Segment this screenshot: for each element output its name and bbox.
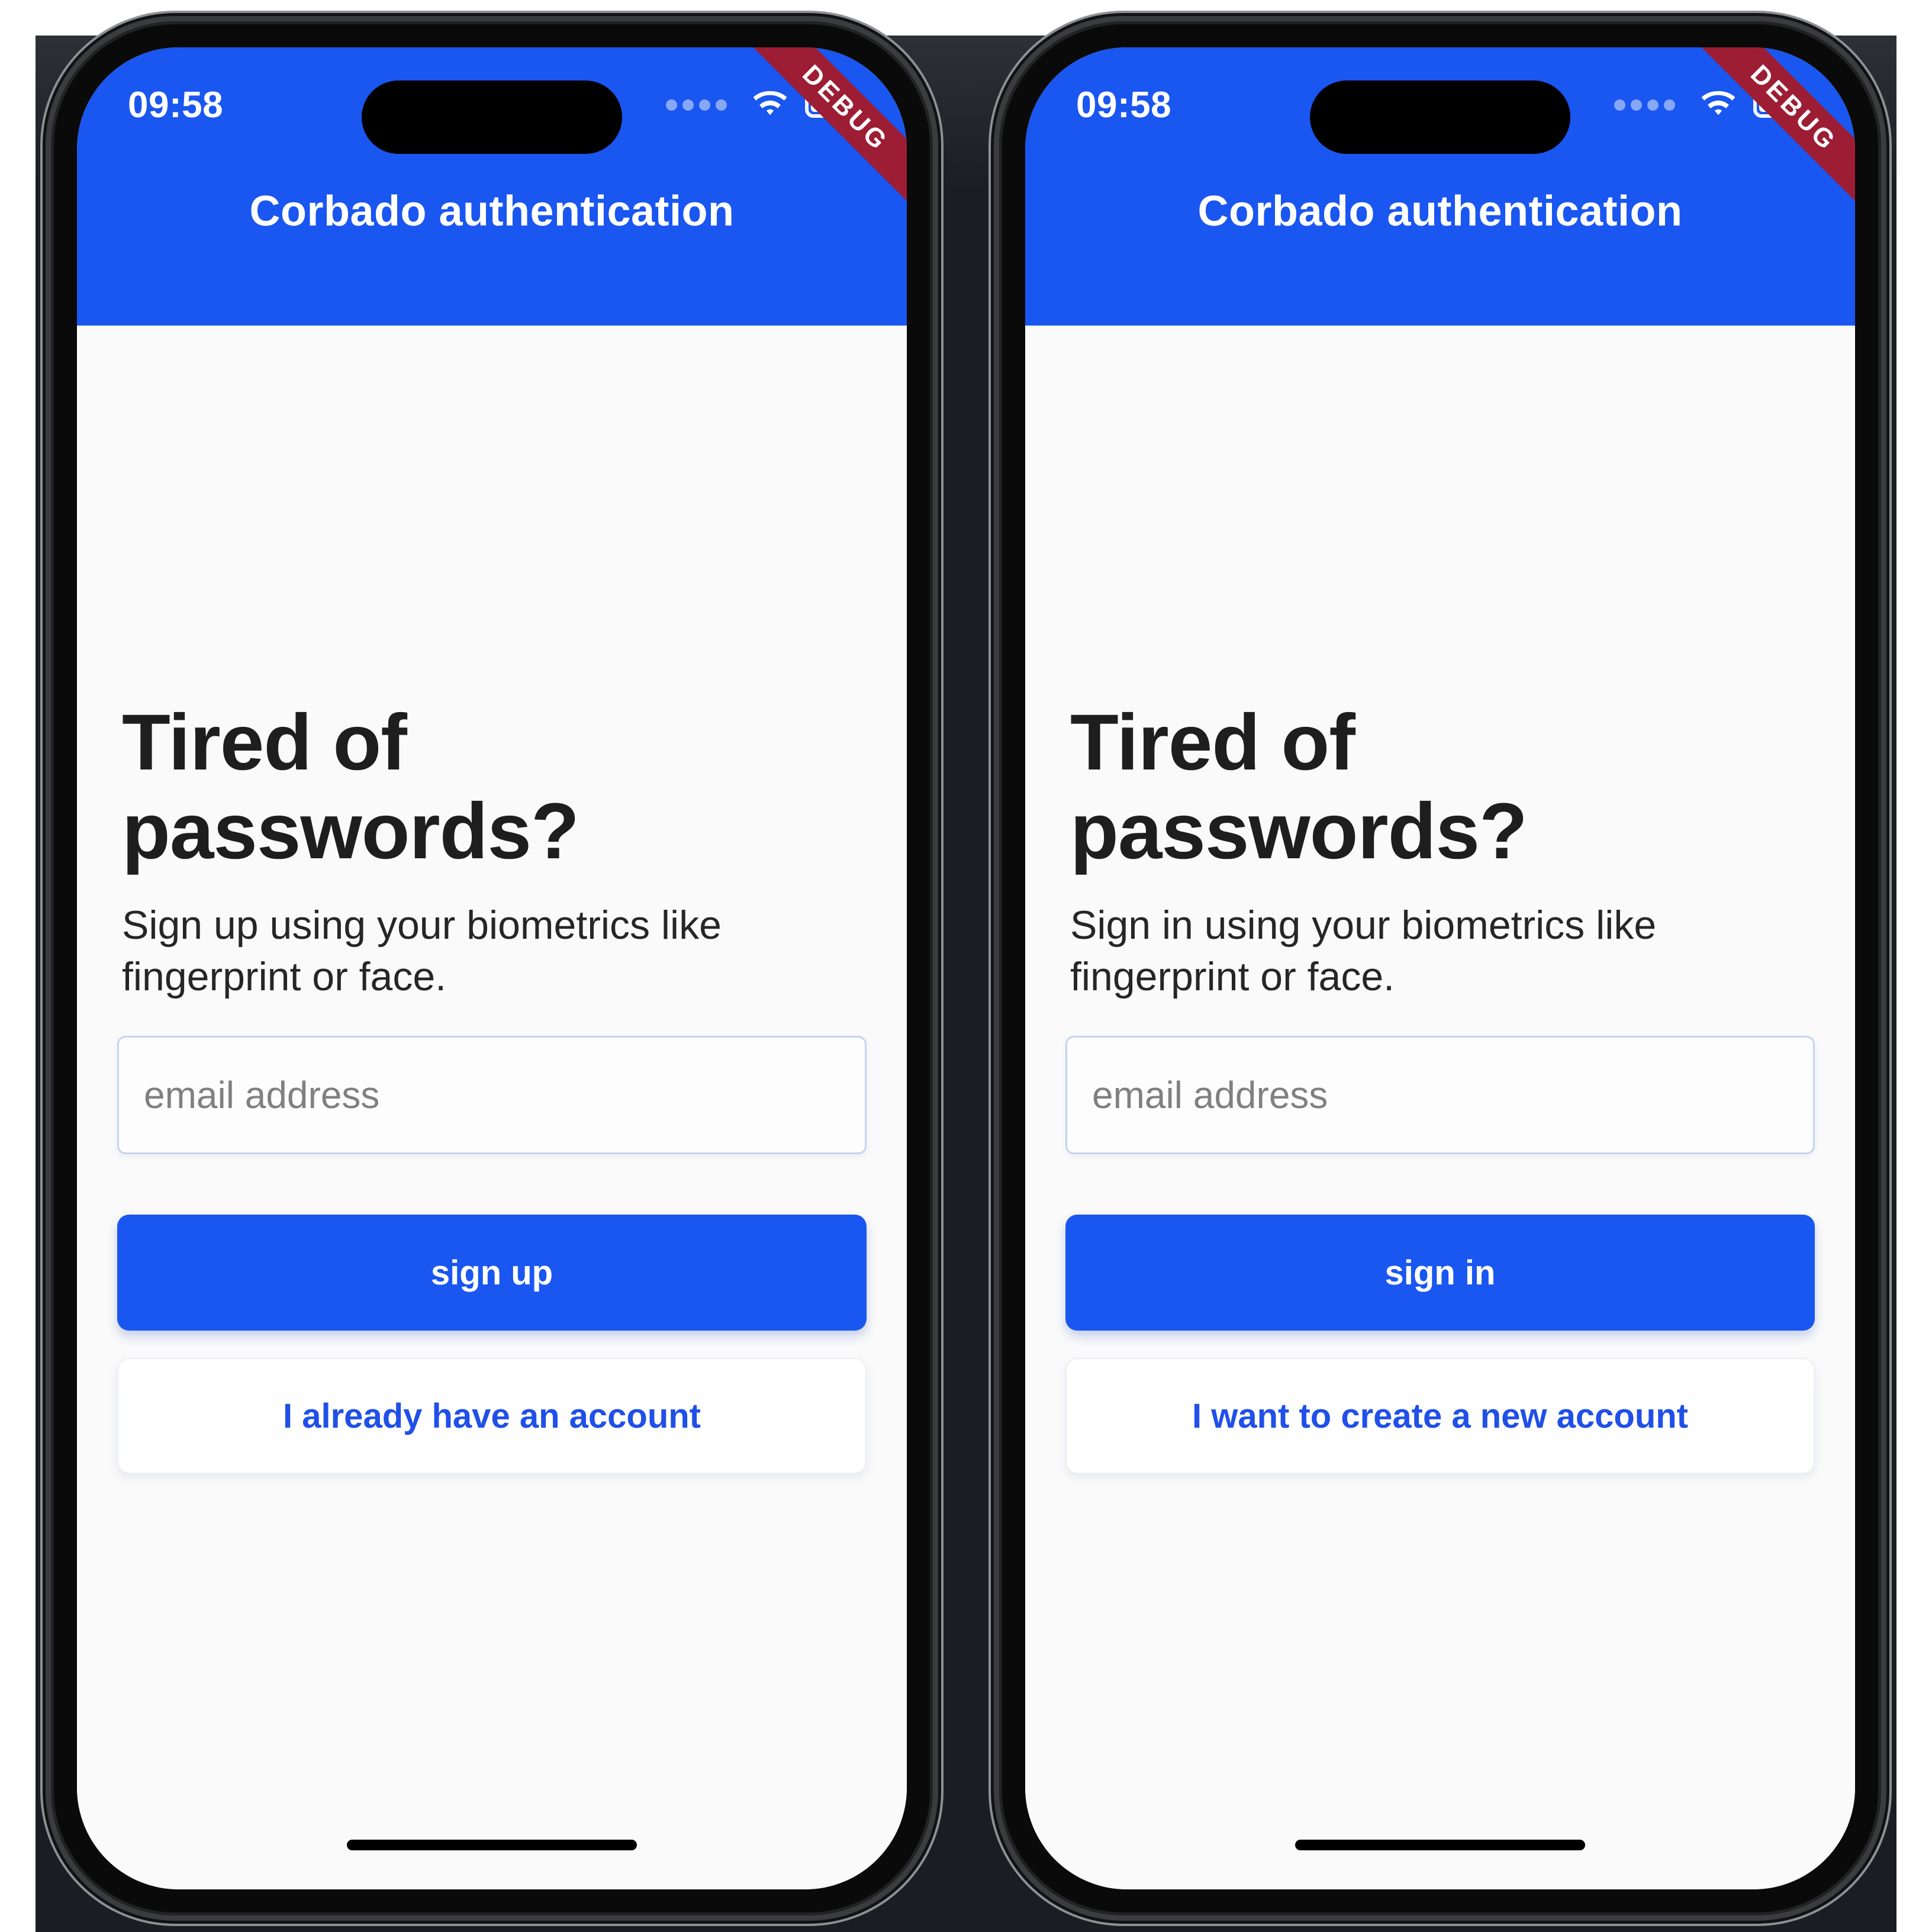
top-blue-region: 09:58 DEBUG Corbado authentication (1025, 47, 1855, 326)
app-bar: Corbado authentication (1025, 154, 1855, 326)
status-icons (1614, 91, 1809, 118)
phone-device-sign-in: 09:58 DEBUG Corbado authentication Tired… (999, 21, 1881, 1915)
home-indicator-area (117, 1801, 867, 1889)
page-headline: Tired of passwords? (1070, 698, 1528, 876)
dynamic-island (362, 80, 622, 154)
page-subheadline: Sign in using your biometrics like finge… (1070, 903, 1657, 1000)
signal-dots-icon (1614, 99, 1675, 111)
email-input-placeholder: email address (144, 1074, 380, 1117)
wifi-icon (1701, 91, 1735, 115)
home-indicator[interactable] (347, 1840, 637, 1850)
app-bar-title: Corbado authentication (249, 188, 735, 235)
status-bar: 09:58 (77, 47, 907, 154)
battery-full-icon (805, 92, 861, 118)
signal-dots-icon (666, 99, 727, 111)
email-input-sign-in[interactable]: email address (1065, 1036, 1815, 1155)
body-top-spacer (1065, 326, 1815, 698)
screen-body-sign-up: Tired of passwords? Sign up using your b… (77, 326, 907, 1889)
screenshot-canvas: 09:58 DEBUG Corbado authentication Tired… (0, 0, 1932, 1932)
dynamic-island (1310, 80, 1570, 154)
status-time: 09:58 (128, 84, 224, 125)
wifi-icon (753, 91, 787, 115)
page-headline: Tired of passwords? (122, 698, 579, 876)
home-indicator-area (1065, 1801, 1815, 1889)
status-time: 09:58 (1076, 84, 1172, 125)
phone-device-sign-up: 09:58 DEBUG Corbado authentication Tired… (51, 21, 933, 1915)
email-input-sign-up[interactable]: email address (117, 1036, 867, 1155)
status-bar: 09:58 (1025, 47, 1855, 154)
sign-in-button[interactable]: sign in (1065, 1215, 1815, 1331)
app-bar-title: Corbado authentication (1197, 188, 1683, 235)
sign-up-button[interactable]: sign up (117, 1215, 867, 1331)
email-input-placeholder: email address (1092, 1074, 1328, 1117)
app-bar: Corbado authentication (77, 154, 907, 326)
create-new-account-button[interactable]: I want to create a new account (1065, 1358, 1815, 1474)
phone-screen-sign-up: 09:58 DEBUG Corbado authentication Tired… (77, 47, 907, 1889)
already-have-account-button[interactable]: I already have an account (117, 1358, 867, 1474)
phone-screen-sign-in: 09:58 DEBUG Corbado authentication Tired… (1025, 47, 1855, 1889)
screen-body-sign-in: Tired of passwords? Sign in using your b… (1025, 326, 1855, 1889)
home-indicator[interactable] (1295, 1840, 1585, 1850)
body-bottom-spacer (117, 1474, 867, 1801)
battery-full-icon (1753, 92, 1809, 118)
page-subheadline: Sign up using your biometrics like finge… (122, 903, 722, 1000)
status-icons (666, 91, 861, 118)
body-top-spacer (117, 326, 867, 698)
top-blue-region: 09:58 DEBUG Corbado authentication (77, 47, 907, 326)
body-bottom-spacer (1065, 1474, 1815, 1801)
